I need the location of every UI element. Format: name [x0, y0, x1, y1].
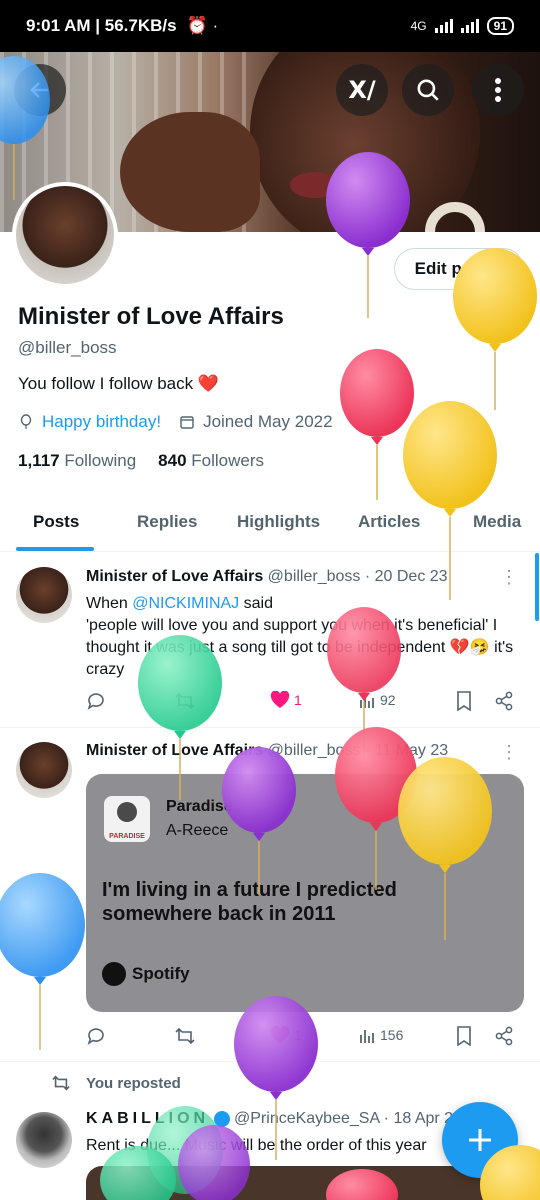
- profile-bio: You follow I follow back ❤️: [18, 374, 219, 394]
- album-thumbnail: PARADISE: [104, 796, 150, 842]
- post-more-icon[interactable]: ⋮: [500, 742, 518, 763]
- post-actions: 1 92: [86, 691, 516, 715]
- reply-button[interactable]: [86, 1026, 106, 1046]
- joined-date: Joined May 2022: [203, 412, 333, 431]
- heart-icon: [270, 691, 290, 708]
- share-button[interactable]: [494, 691, 514, 711]
- tab-posts[interactable]: Posts: [33, 512, 79, 532]
- share-icon: [495, 691, 513, 711]
- post-header: Minister of Love Affairs @biller_boss · …: [86, 568, 448, 585]
- spotify-logo: Spotify: [102, 962, 190, 986]
- card-artist: A-Reece: [166, 822, 229, 839]
- more-vertical-icon: [495, 78, 501, 102]
- analytics-icon: [360, 1030, 374, 1043]
- active-tab-indicator: [16, 547, 94, 551]
- search-button[interactable]: [402, 64, 454, 116]
- profile-name: Minister of Love Affairs: [18, 303, 284, 330]
- follow-stats: 1,117 Following 840 Followers: [18, 451, 264, 471]
- post-actions: 1 156: [86, 1026, 516, 1050]
- post-avatar[interactable]: [16, 742, 72, 798]
- post-1[interactable]: Minister of Love Affairs @biller_boss · …: [0, 553, 540, 728]
- analytics-icon: [360, 695, 374, 708]
- bookmark-button[interactable]: [456, 1026, 472, 1046]
- post-header: Minister of Love Affairs @biller_boss · …: [86, 742, 449, 759]
- compose-button[interactable]: [442, 1102, 518, 1178]
- post-text: When @NICKIMINAJ said 'people will love …: [86, 595, 514, 678]
- share-button[interactable]: [494, 1026, 514, 1046]
- views-button[interactable]: 156: [358, 1026, 403, 1044]
- verified-icon: [213, 1110, 230, 1127]
- more-button[interactable]: [472, 64, 524, 116]
- search-icon: [417, 79, 439, 101]
- post-header: KABILLION @PrinceKaybee_SA · 18 Apr 2: [86, 1110, 454, 1127]
- repost-indicator: You reposted: [50, 1074, 181, 1092]
- following-link[interactable]: 1,117 Following: [18, 451, 136, 471]
- status-bar: 9:01 AM | 56.7KB/s ⏰ · 4G 91: [0, 0, 540, 52]
- repost-icon: [175, 1027, 195, 1045]
- spotify-card[interactable]: PARADISE Paradise A-Reece I'm living in …: [86, 774, 524, 1012]
- repost-icon: [175, 692, 195, 710]
- tab-articles[interactable]: Articles: [358, 512, 420, 532]
- reply-icon: [87, 1028, 104, 1045]
- profile-tabs: Posts Replies Highlights Articles Media: [0, 496, 540, 552]
- balloon-icon: [20, 414, 32, 429]
- spotify-icon: [102, 962, 126, 986]
- like-button[interactable]: 1: [270, 1026, 302, 1044]
- heart-icon: [270, 1026, 290, 1043]
- plus-icon: [469, 1129, 491, 1151]
- signal-icon: [434, 19, 453, 33]
- tab-highlights[interactable]: Highlights: [237, 512, 320, 532]
- followers-link[interactable]: 840 Followers: [158, 451, 264, 471]
- arrow-left-icon: [30, 82, 48, 98]
- repost-icon: [52, 1075, 70, 1091]
- tab-media[interactable]: Media: [473, 512, 521, 532]
- birthday-link[interactable]: Happy birthday!: [42, 412, 161, 432]
- post-text: Rent is due... Music will be the order o…: [86, 1137, 427, 1154]
- tab-replies[interactable]: Replies: [137, 512, 197, 532]
- calendar-icon: [180, 416, 194, 429]
- profile-meta: Happy birthday! Joined May 2022: [18, 412, 333, 432]
- edit-profile-button[interactable]: Edit profile: [394, 248, 524, 290]
- bookmark-icon: [457, 1026, 471, 1046]
- status-time: 9:01 AM | 56.7KB/s: [26, 16, 177, 35]
- repost-button[interactable]: [174, 1026, 196, 1046]
- reply-icon: [87, 693, 104, 710]
- bio-text: You follow I follow back: [18, 374, 194, 393]
- back-button[interactable]: [14, 64, 66, 116]
- post-avatar[interactable]: [16, 567, 72, 623]
- balloon: [340, 349, 414, 500]
- battery-icon: 91: [486, 17, 514, 35]
- reply-button[interactable]: [86, 691, 106, 711]
- like-button[interactable]: 1: [270, 691, 302, 709]
- grok-button[interactable]: X/: [336, 64, 388, 116]
- network-type: 4G: [410, 19, 427, 33]
- grok-icon: X/: [348, 76, 376, 104]
- repost-button[interactable]: [174, 691, 196, 711]
- post-more-icon[interactable]: ⋮: [500, 567, 518, 588]
- bookmark-button[interactable]: [456, 691, 472, 711]
- views-button[interactable]: 92: [358, 691, 396, 709]
- profile-handle: @biller_boss: [18, 338, 117, 357]
- signal-icon-2: [460, 19, 479, 33]
- bio-emoji: ❤️: [197, 374, 220, 393]
- card-lyric: I'm living in a future I predicted somew…: [102, 879, 397, 925]
- share-icon: [495, 1026, 513, 1046]
- mention-link[interactable]: @NICKIMINAJ: [132, 595, 239, 612]
- card-song-title: Paradise: [166, 798, 233, 815]
- status-icons: ⏰ ·: [186, 16, 219, 35]
- bookmark-icon: [457, 691, 471, 711]
- post-avatar[interactable]: [16, 1112, 72, 1168]
- profile-avatar[interactable]: [12, 182, 118, 288]
